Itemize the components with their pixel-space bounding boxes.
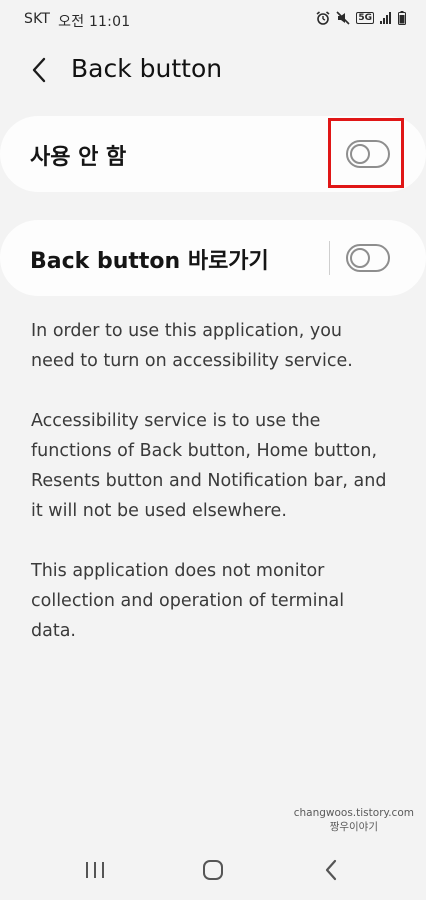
- signal-icon: [380, 12, 391, 24]
- description-paragraph: This application does not monitor collec…: [31, 561, 345, 641]
- carrier-label: SKT: [24, 11, 51, 27]
- highlight-box: [328, 118, 404, 188]
- status-left: SKT 오전 11:01: [24, 11, 130, 31]
- description: In order to use this application, you ne…: [31, 316, 391, 676]
- setting-label-shortcut: Back button 바로가기: [30, 249, 269, 274]
- clock: 오전 11:01: [58, 14, 131, 30]
- recents-icon[interactable]: [82, 858, 108, 882]
- home-icon[interactable]: [200, 858, 226, 882]
- page-title: Back button: [71, 54, 223, 83]
- description-paragraph: Accessibility service is to use the func…: [31, 411, 387, 521]
- app-bar: Back button: [0, 44, 426, 96]
- toggle-knob: [350, 248, 370, 268]
- watermark-name: 짱우이야기: [329, 821, 379, 833]
- chevron-left-icon[interactable]: [26, 56, 52, 84]
- alarm-icon: [316, 11, 330, 25]
- mute-icon: [336, 11, 350, 25]
- status-icons: 5G: [316, 11, 406, 25]
- watermark-url: changwoos.tistory.com: [293, 807, 414, 819]
- setting-card-shortcut[interactable]: Back button 바로가기: [0, 220, 426, 296]
- back-icon[interactable]: [318, 858, 344, 882]
- battery-icon: [398, 11, 406, 25]
- divider: [329, 241, 330, 275]
- network-5g-icon: 5G: [356, 12, 374, 24]
- shortcut-toggle[interactable]: [346, 244, 390, 272]
- status-bar: SKT 오전 11:01 5G: [0, 0, 426, 40]
- description-paragraph: In order to use this application, you ne…: [31, 321, 353, 371]
- navigation-bar: [0, 848, 426, 892]
- setting-label-disable: 사용 안 함: [30, 145, 127, 170]
- watermark: changwoos.tistory.com 짱우이야기: [294, 806, 414, 834]
